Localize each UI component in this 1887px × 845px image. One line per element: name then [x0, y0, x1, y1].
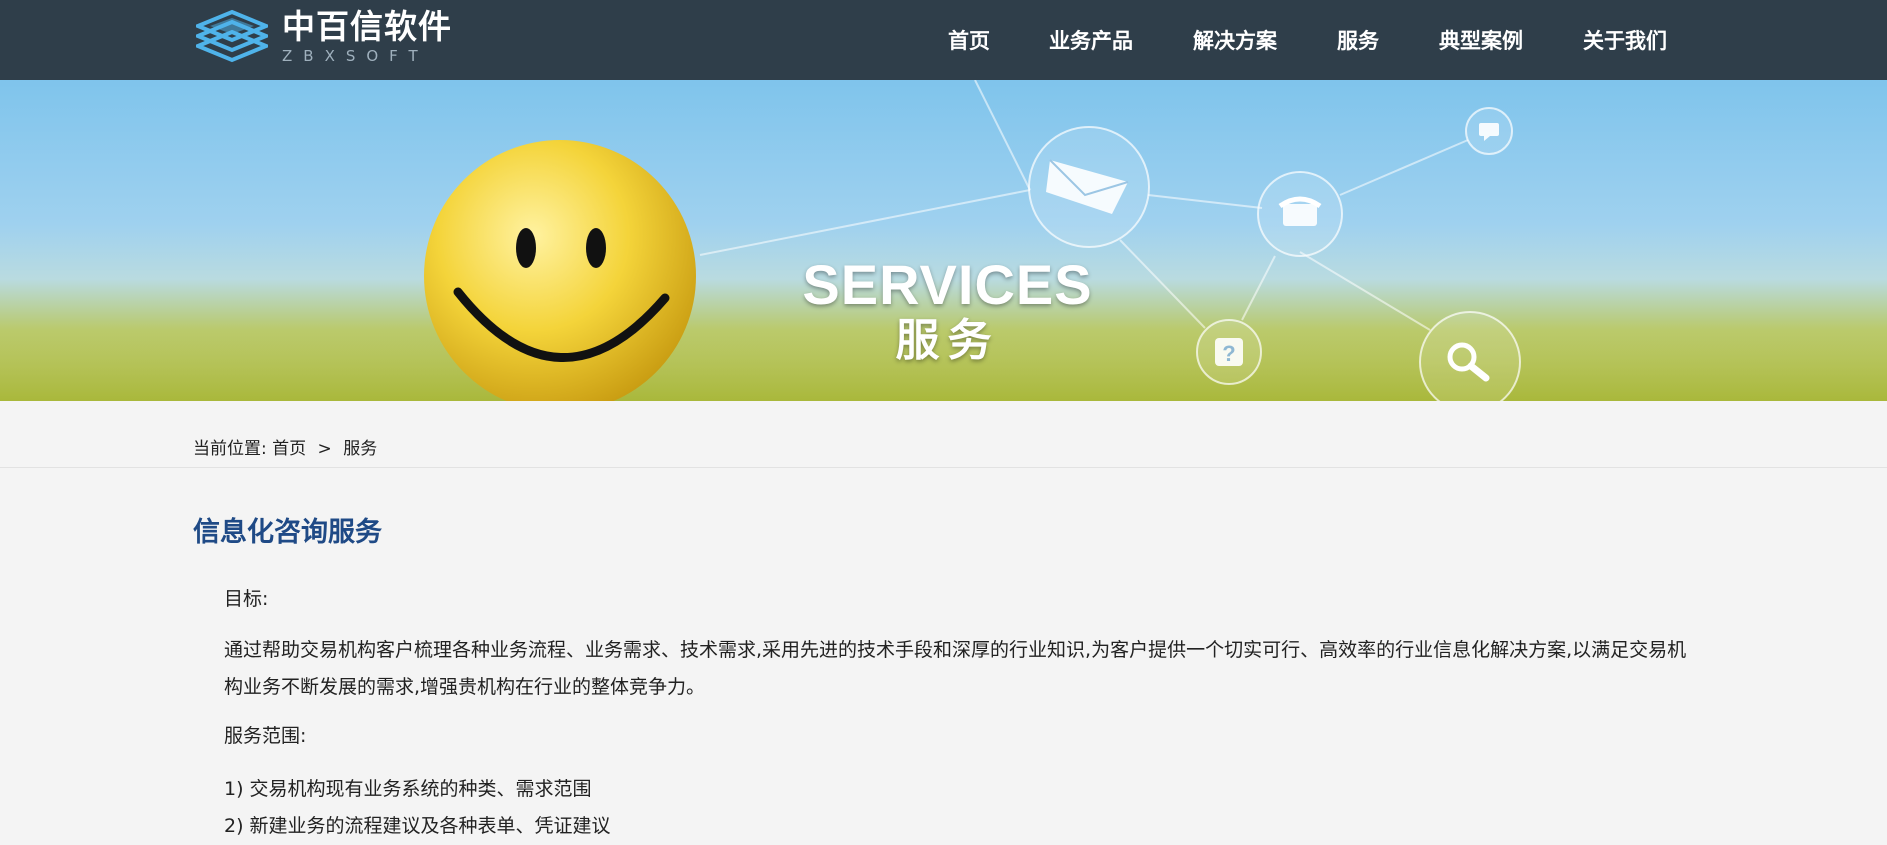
breadcrumb: 当前位置: 首页 > 服务 — [193, 434, 377, 459]
logo-layers-icon — [196, 9, 268, 63]
breadcrumb-home-link[interactable]: 首页 — [272, 439, 306, 459]
breadcrumb-prefix: 当前位置: — [193, 439, 267, 459]
list-item: 2) 新建业务的流程建议及各种表单、凭证建议 — [224, 815, 611, 837]
page-title: 信息化咨询服务 — [193, 517, 382, 548]
goal-label: 目标: — [224, 588, 269, 610]
logo-name-cn: 中百信软件 — [282, 7, 452, 46]
services-banner: ? SERVICES 服务 — [0, 80, 1887, 401]
nav-cases[interactable]: 典型案例 — [1439, 25, 1523, 55]
nav-services[interactable]: 服务 — [1337, 25, 1379, 55]
banner-title: SERVICES — [802, 253, 1093, 316]
question-icon: ? — [1215, 338, 1243, 366]
list-item: 1) 交易机构现有业务系统的种类、需求范围 — [224, 778, 592, 800]
smiley-ball — [424, 140, 696, 401]
site-logo[interactable]: 中百信软件 ZBXSOFT — [196, 8, 452, 66]
article-content: 目标: 通过帮助交易机构客户梳理各种业务流程、业务需求、技术需求,采用先进的技术… — [224, 584, 1704, 845]
nav-solutions[interactable]: 解决方案 — [1193, 25, 1277, 55]
svg-text:?: ? — [1222, 341, 1235, 366]
goal-paragraph: 通过帮助交易机构客户梳理各种业务流程、业务需求、技术需求,采用先进的技术手段和深… — [224, 639, 1687, 698]
breadcrumb-separator: > — [317, 439, 332, 459]
banner-subtitle: 服务 — [895, 315, 1000, 366]
scope-list: 1) 交易机构现有业务系统的种类、需求范围 2) 新建业务的流程建议及各种表单、… — [224, 771, 1704, 845]
nav-products[interactable]: 业务产品 — [1049, 25, 1133, 55]
logo-name-en: ZBXSOFT — [282, 47, 429, 65]
nav-about[interactable]: 关于我们 — [1583, 25, 1667, 55]
scope-label: 服务范围: — [224, 725, 307, 747]
nav-home[interactable]: 首页 — [948, 25, 990, 55]
breadcrumb-current[interactable]: 服务 — [343, 439, 377, 459]
breadcrumb-divider — [0, 467, 1887, 468]
top-navigation-bar: 中百信软件 ZBXSOFT 首页 业务产品 解决方案 服务 典型案例 关于我们 — [0, 0, 1887, 80]
